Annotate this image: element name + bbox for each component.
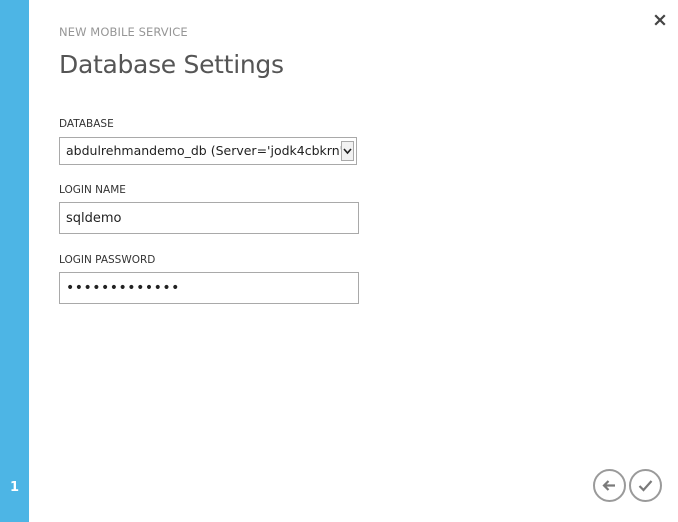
login-name-input[interactable]	[59, 202, 359, 234]
back-button[interactable]	[593, 469, 626, 502]
login-password-input[interactable]	[59, 272, 359, 304]
login-name-label: LOGIN NAME	[59, 184, 126, 196]
login-password-label: LOGIN PASSWORD	[59, 254, 156, 266]
current-step-number: 1	[9, 480, 20, 495]
database-selected-value: abdulrehmandemo_db (Server='jodk4cbkrn' …	[66, 143, 342, 158]
database-dropdown-button[interactable]	[341, 141, 354, 161]
complete-button[interactable]	[629, 469, 662, 502]
new-mobile-service-wizard: 1 NEW MOBILE SERVICE Database Settings D…	[0, 0, 678, 522]
wizard-step-rail: 1	[0, 0, 29, 522]
close-button[interactable]	[652, 12, 668, 28]
wizard-eyebrow: NEW MOBILE SERVICE	[59, 25, 188, 39]
chevron-down-icon	[343, 148, 352, 155]
page-title: Database Settings	[59, 50, 284, 79]
checkmark-icon	[638, 480, 653, 492]
arrow-left-icon	[602, 480, 615, 491]
database-label: DATABASE	[59, 118, 114, 130]
close-icon	[654, 14, 666, 26]
database-select[interactable]: abdulrehmandemo_db (Server='jodk4cbkrn' …	[59, 137, 357, 165]
